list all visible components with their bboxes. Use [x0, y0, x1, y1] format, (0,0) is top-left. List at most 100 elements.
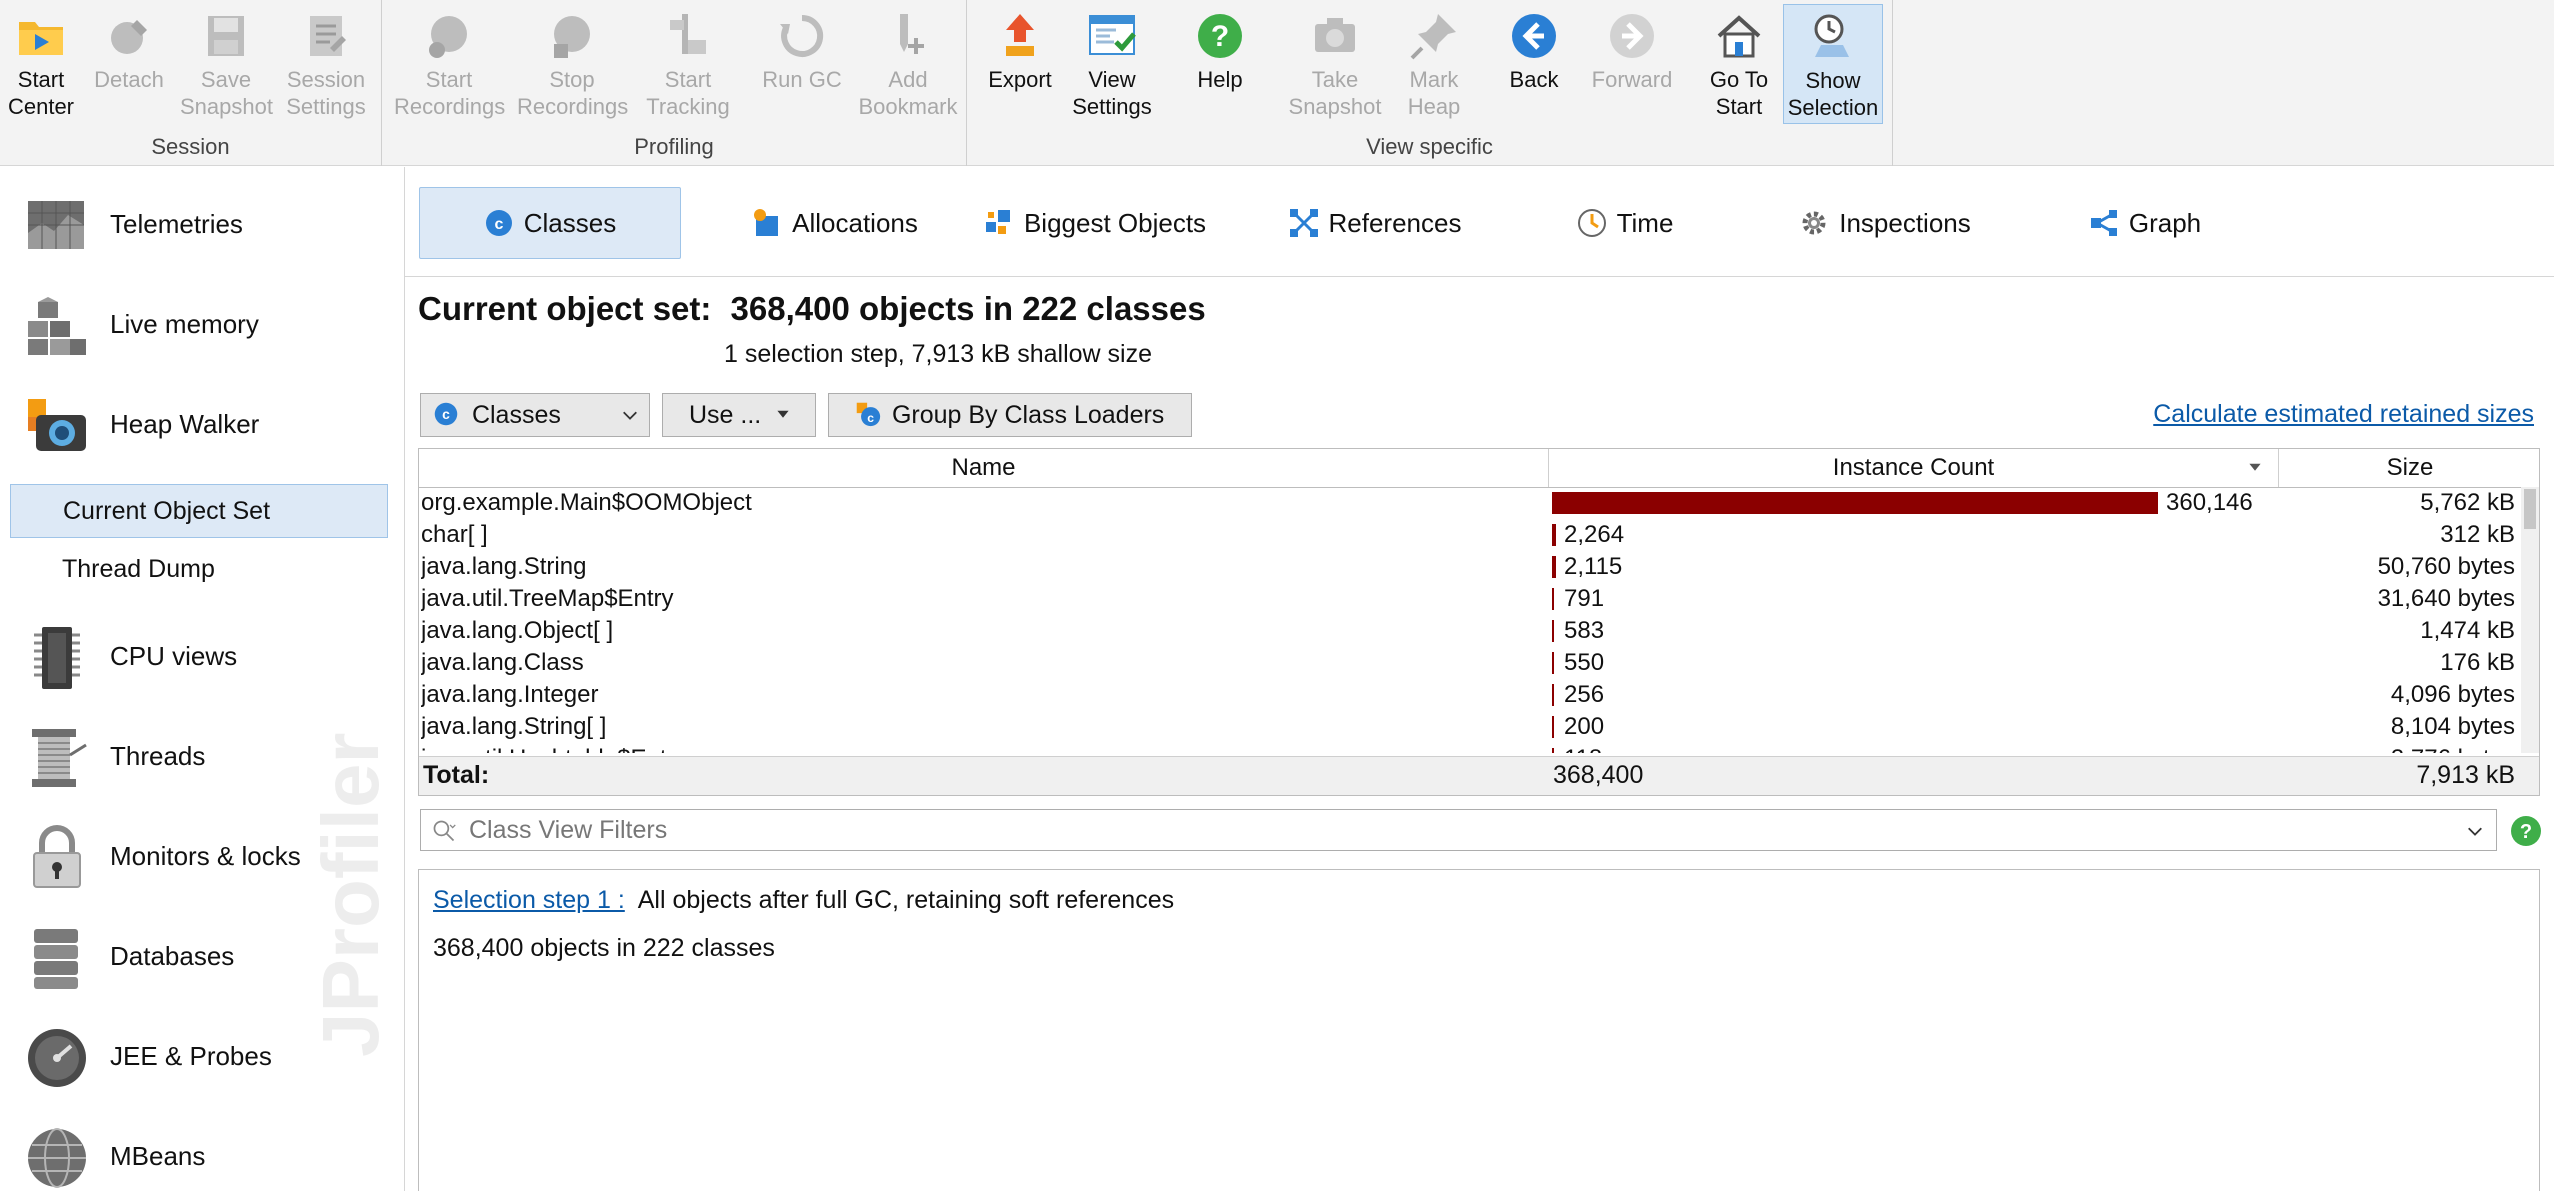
go-to-start-button[interactable]: Go To Start	[1697, 4, 1781, 124]
selection-step-line: Selection step 1 : All objects after ful…	[433, 886, 1174, 915]
session-settings-button[interactable]: Session Settings	[280, 4, 372, 124]
home-icon	[1717, 15, 1761, 58]
sidebar-item-cpu-views[interactable]: CPU views	[0, 607, 404, 707]
scrollbar-thumb[interactable]	[2524, 489, 2536, 529]
lock-icon	[33, 825, 81, 888]
heap-walker-icon	[28, 399, 86, 451]
forward-button[interactable]: Forward	[1585, 4, 1679, 124]
back-button[interactable]: Back	[1487, 4, 1581, 124]
sidebar-item-databases[interactable]: Databases	[0, 907, 404, 1007]
tab-classes[interactable]: c Classes	[419, 187, 681, 259]
mark-heap-label: Mark Heap	[1407, 67, 1461, 119]
row-size: 312 kB	[2440, 521, 2515, 548]
row-instance-count: 118	[1564, 743, 1724, 753]
table-row[interactable]: char[ ] 2,264 312 kB	[419, 519, 2521, 551]
table-row[interactable]: java.util.Hashtable$Entry 118 3,776 bytes	[419, 743, 2521, 753]
sidebar-item-thread-dump[interactable]: Thread Dump	[10, 543, 388, 597]
tab-inspections[interactable]: Inspections	[1765, 187, 2005, 259]
view-mode-combo[interactable]: c Classes	[420, 393, 650, 437]
table-row[interactable]: java.lang.Object[ ] 583 1,474 kB	[419, 615, 2521, 647]
sidebar-item-threads[interactable]: Threads	[0, 707, 404, 807]
instance-count-bar	[1552, 524, 1556, 546]
start-tracking-button[interactable]: Start Tracking	[640, 4, 736, 124]
class-view-filter-input[interactable]: Class View Filters	[420, 809, 2497, 851]
show-selection-button[interactable]: Show Selection	[1783, 4, 1883, 124]
chevron-down-icon[interactable]	[2466, 822, 2484, 840]
row-instance-count: 2,264	[1564, 521, 1625, 548]
tab-biggest-objects[interactable]: Biggest Objects	[965, 187, 1225, 259]
start-tracking-label: Start Tracking	[646, 67, 730, 119]
table-row[interactable]: java.lang.Integer 256 4,096 bytes	[419, 679, 2521, 711]
sidebar-item-current-object-set[interactable]: Current Object Set	[10, 484, 388, 538]
stop-recordings-icon	[554, 16, 590, 58]
tab-references[interactable]: References	[1255, 187, 1495, 259]
table-vertical-scrollbar[interactable]	[2521, 487, 2539, 753]
stop-recordings-button[interactable]: Stop Recordings	[517, 4, 629, 124]
take-snapshot-button[interactable]: Take Snapshot	[1285, 4, 1385, 124]
table-row[interactable]: org.example.Main$OOMObject 360,146 5,762 k…	[419, 487, 2521, 519]
show-selection-icon	[1814, 14, 1849, 57]
run-gc-button[interactable]: Run GC	[752, 4, 852, 124]
stop-recordings-label: Stop Recordings	[517, 67, 629, 119]
row-size: 1,474 kB	[2420, 617, 2515, 644]
class-view-filter-placeholder: Class View Filters	[469, 816, 668, 844]
svg-text:c: c	[494, 216, 503, 233]
tab-allocations[interactable]: Allocations	[715, 187, 955, 259]
save-snapshot-button[interactable]: Save Snapshot	[180, 4, 273, 124]
use-button[interactable]: Use ...	[662, 393, 816, 437]
selection-step-link[interactable]: Selection step 1 :	[433, 886, 625, 914]
chevron-down-icon	[623, 411, 637, 420]
sidebar-item-monitors-locks[interactable]: Monitors & locks	[0, 807, 404, 907]
group-by-class-loaders-button[interactable]: c Group By Class Loaders	[828, 393, 1192, 437]
start-recordings-button[interactable]: Start Recordings	[394, 4, 505, 124]
toolbar-group-session: Start Center Detach Save Snapshot Sessio…	[0, 0, 382, 166]
sidebar-item-label: Threads	[110, 741, 206, 771]
sidebar-item-live-memory[interactable]: Live memory	[0, 275, 404, 375]
sidebar-item-label: Telemetries	[110, 209, 243, 239]
row-class-name: java.lang.Integer	[421, 681, 599, 708]
table-header: Name Instance Count Size	[419, 449, 2539, 488]
sidebar-item-label: CPU views	[110, 641, 238, 671]
sidebar-item-heap-walker[interactable]: Heap Walker	[0, 375, 404, 475]
help-button[interactable]: ? Help	[1179, 4, 1261, 124]
column-header-name[interactable]: Name	[419, 449, 1549, 487]
add-bookmark-button[interactable]: Add Bookmark	[858, 4, 958, 124]
table-total-row: Total: 368,400 7,913 kB	[419, 756, 2539, 795]
start-recordings-icon	[429, 16, 467, 58]
sidebar-item-mbeans[interactable]: MBeans	[0, 1107, 404, 1191]
table-row[interactable]: java.lang.Class 550 176 kB	[419, 647, 2521, 679]
group-by-class-loaders-label: Group By Class Loaders	[891, 401, 1165, 429]
detach-button[interactable]: Detach	[90, 4, 168, 124]
table-row[interactable]: java.lang.String[ ] 200 8,104 bytes	[419, 711, 2521, 743]
toolbar-group-profiling: Start Recordings Stop Recordings Start T…	[382, 0, 967, 166]
mark-heap-button[interactable]: Mark Heap	[1391, 4, 1477, 124]
forward-label: Forward	[1591, 67, 1673, 92]
start-center-button[interactable]: Start Center	[0, 4, 82, 124]
row-instance-count: 583	[1564, 617, 1605, 644]
detach-label: Detach	[94, 67, 164, 92]
table-row[interactable]: java.lang.String 2,115 50,760 bytes	[419, 551, 2521, 583]
column-header-instance-count-label: Instance Count	[1832, 454, 1995, 481]
column-header-instance-count[interactable]: Instance Count	[1549, 449, 2279, 487]
calculate-retained-sizes-link[interactable]: Calculate estimated retained sizes	[2153, 400, 2534, 429]
sidebar-item-jee-probes[interactable]: JEE & Probes	[0, 1007, 404, 1107]
tab-label: Biggest Objects	[1023, 208, 1207, 238]
view-settings-icon	[1089, 15, 1136, 55]
instance-count-bar	[1552, 652, 1554, 674]
row-instance-count: 200	[1564, 713, 1605, 740]
references-icon	[1289, 209, 1318, 237]
take-snapshot-label: Take Snapshot	[1288, 67, 1382, 119]
filter-help-icon[interactable]: ?	[2510, 815, 2542, 847]
tab-time[interactable]: Time	[1515, 187, 1735, 259]
view-settings-button[interactable]: View Settings	[1067, 4, 1157, 124]
object-set-title-value: 368,400 objects in 222 classes	[730, 290, 1206, 327]
sidebar-item-label: Live memory	[110, 309, 259, 339]
row-size: 8,104 bytes	[2390, 713, 2515, 740]
sidebar-item-telemetries[interactable]: Telemetries	[0, 175, 404, 275]
table-row[interactable]: java.util.TreeMap$Entry 791 31,640 bytes	[419, 583, 2521, 615]
svg-text:c: c	[442, 407, 450, 423]
tab-graph[interactable]: Graph	[2045, 187, 2245, 259]
export-button[interactable]: Export	[979, 4, 1061, 124]
toolbar-group-session-label: Session	[151, 134, 230, 159]
column-header-size[interactable]: Size	[2279, 449, 2539, 487]
